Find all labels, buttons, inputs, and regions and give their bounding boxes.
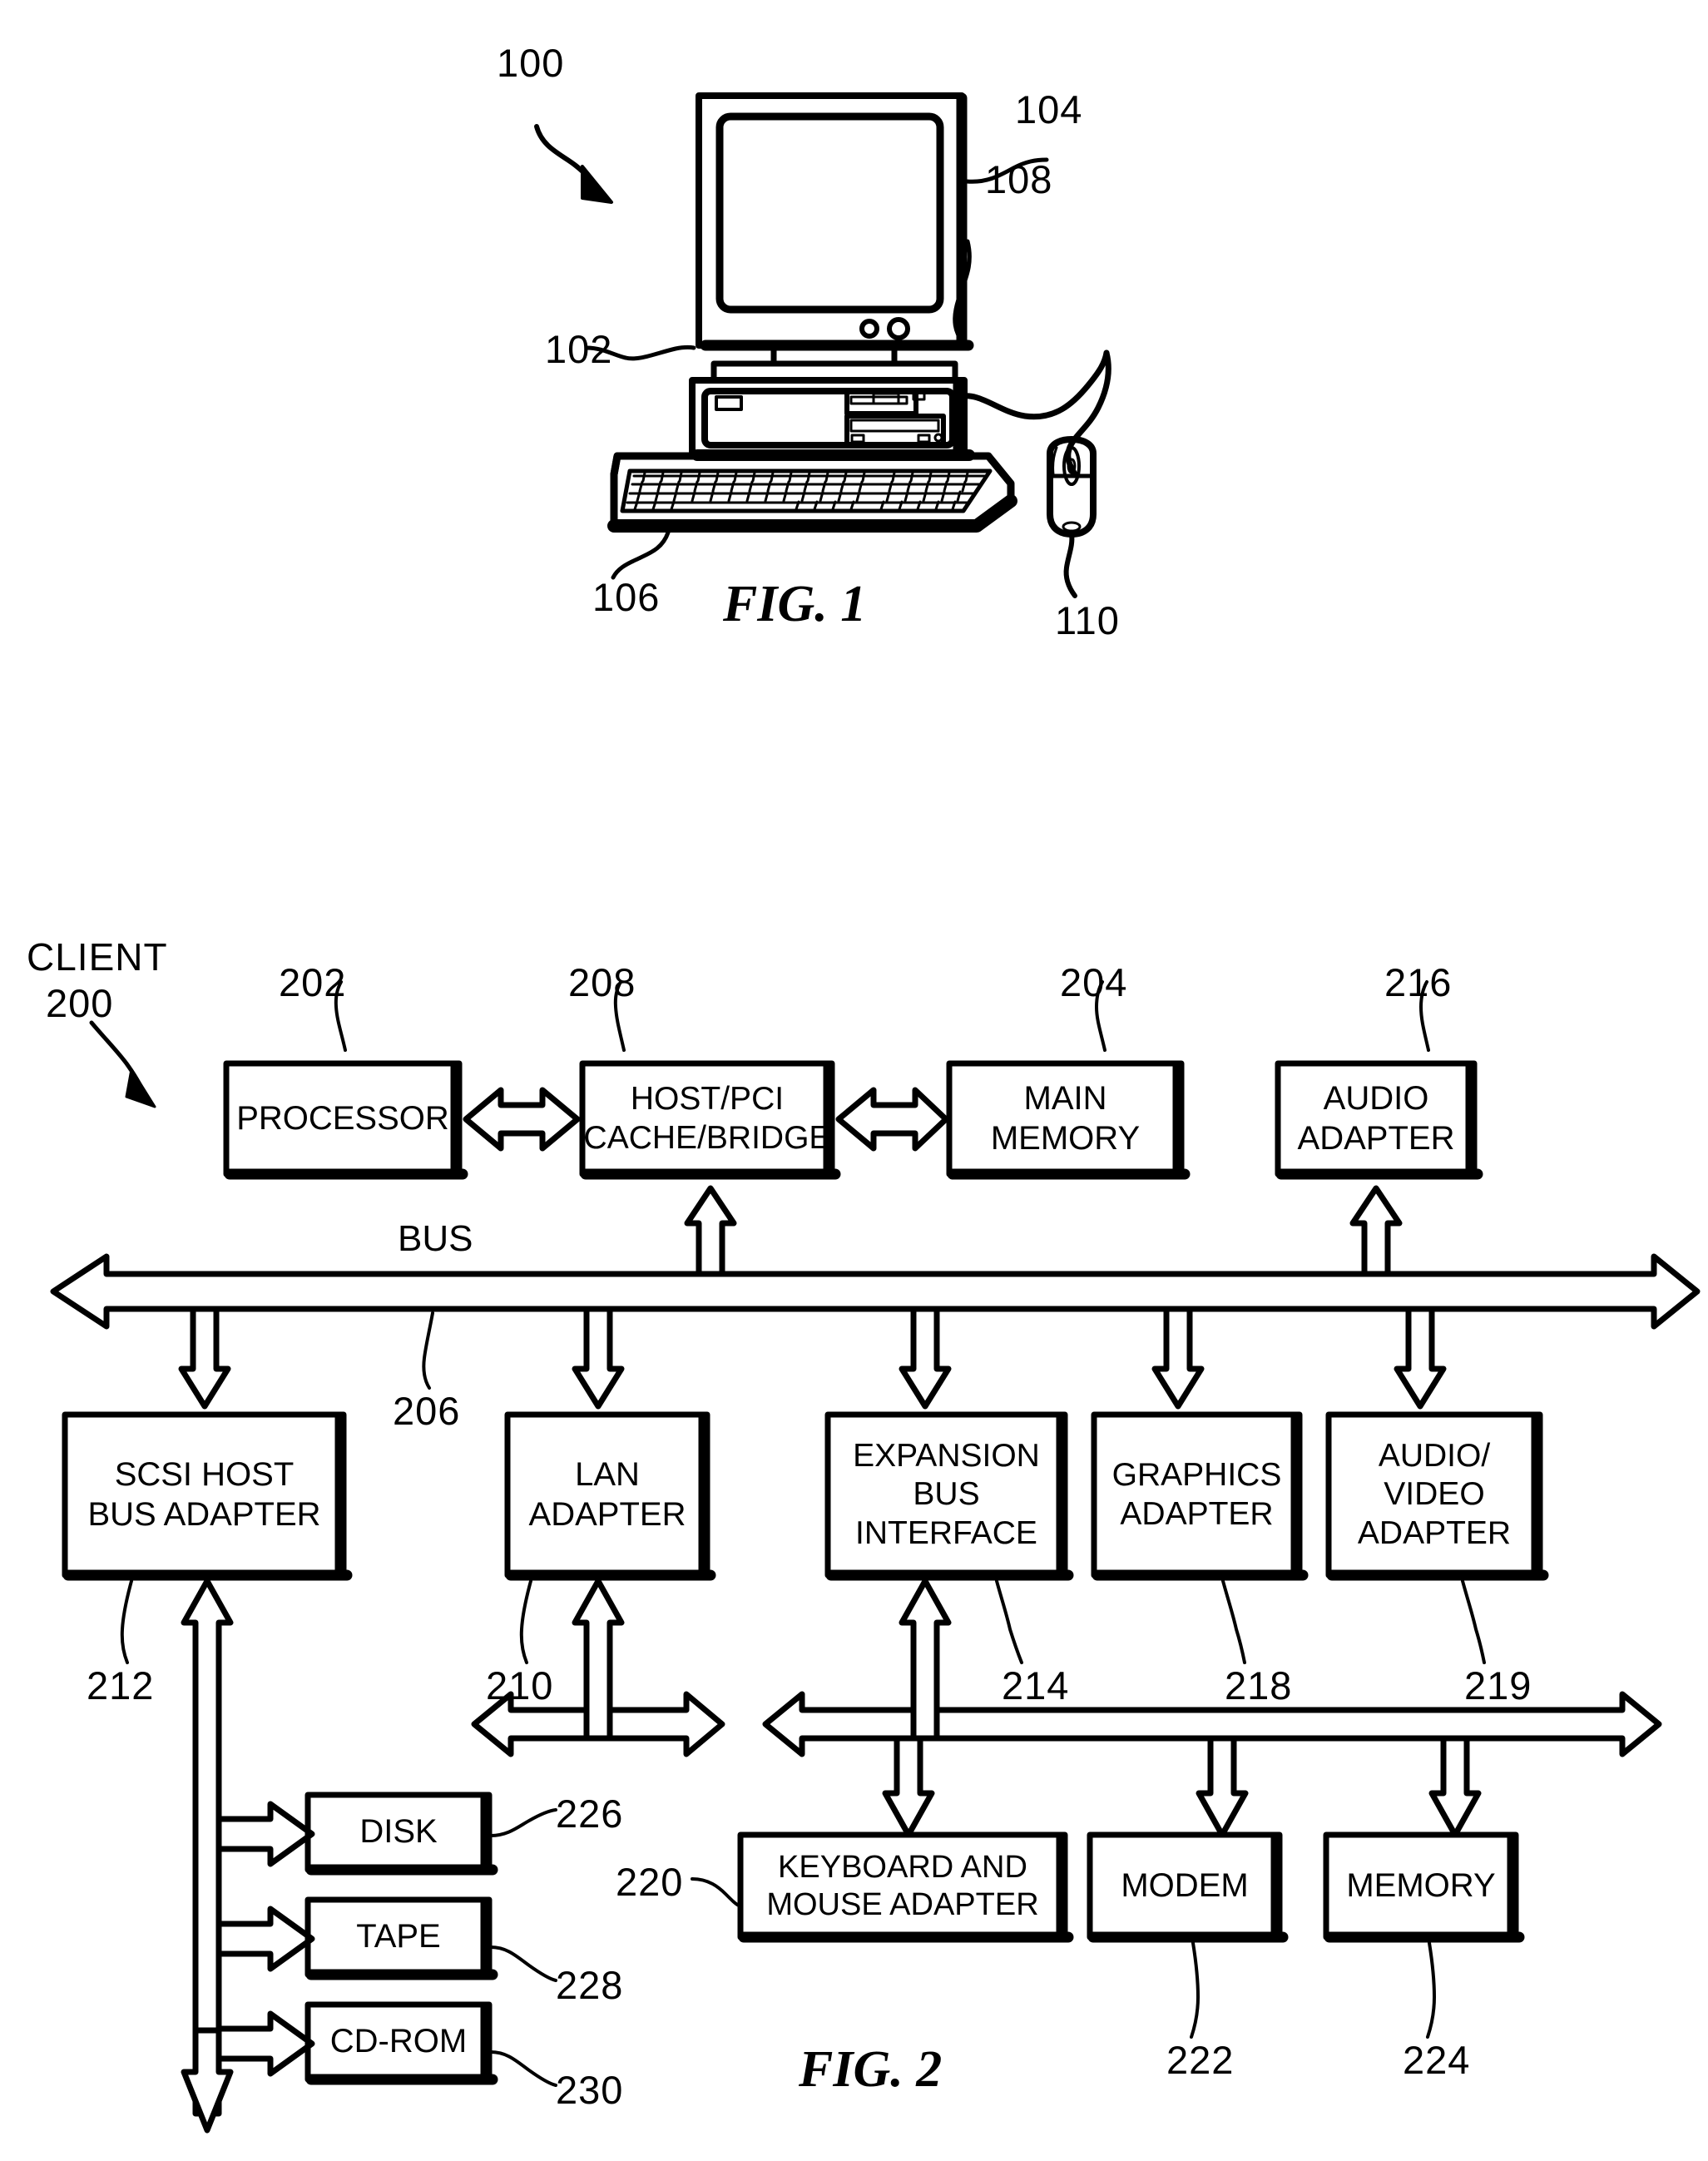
callout-222: 222	[1166, 2038, 1235, 2082]
callout-210: 210	[486, 1663, 554, 1707]
system-label-client: CLIENT	[27, 935, 168, 979]
bus-label: BUS	[398, 1218, 473, 1259]
callout-206: 206	[393, 1389, 461, 1433]
callout-104: 104	[1015, 87, 1083, 131]
callout-200: 200	[46, 981, 114, 1025]
figure-1-caption: FIG. 1	[723, 576, 867, 632]
callout-219: 219	[1464, 1663, 1532, 1707]
fig2-block-diagram	[50, 980, 1701, 2134]
callout-106: 106	[592, 575, 661, 619]
callout-208: 208	[568, 960, 636, 1004]
callout-226: 226	[556, 1792, 624, 1836]
figure-2-caption: FIG. 2	[799, 2041, 943, 2098]
callout-220: 220	[616, 1860, 684, 1904]
callout-110: 110	[1055, 598, 1120, 642]
callout-214: 214	[1002, 1663, 1070, 1707]
callout-230: 230	[556, 2068, 624, 2112]
callout-204: 204	[1060, 960, 1128, 1004]
callout-212: 212	[87, 1663, 155, 1707]
callout-202: 202	[279, 960, 347, 1004]
callout-100: 100	[497, 41, 565, 85]
callout-224: 224	[1403, 2038, 1471, 2082]
callout-108: 108	[985, 157, 1053, 201]
patent-drawing-sheet: 100 104 108 102 106 110 FIG. 1 CLIENT 20…	[0, 0, 1708, 2161]
callout-228: 228	[556, 1963, 624, 2007]
callout-216: 216	[1384, 960, 1453, 1004]
callout-218: 218	[1225, 1663, 1293, 1707]
drawing-linework	[50, 92, 1701, 2134]
callout-102: 102	[545, 327, 613, 371]
